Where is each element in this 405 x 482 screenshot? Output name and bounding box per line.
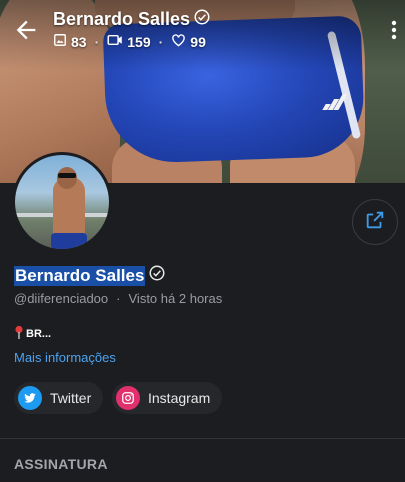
more-info-link[interactable]: Mais informações [14,350,116,365]
twitter-icon [18,386,42,410]
photos-stat: 83 [53,33,87,50]
verified-icon [193,8,211,31]
likes-stat: 99 [171,33,206,50]
header-title: Bernardo Salles [53,8,211,31]
avatar[interactable] [12,152,112,252]
photos-count: 83 [71,33,87,50]
share-icon [364,209,386,236]
videos-stat: 159 [107,33,151,50]
subscription-heading: ASSINATURA [14,456,108,472]
twitter-label: Twitter [50,390,92,406]
section-divider [0,438,405,439]
profile-meta: @diiferenciadoo · Visto há 2 horas [14,291,223,306]
brand-logo [322,92,348,110]
video-icon [107,33,123,50]
last-seen-time: há 2 horas [160,291,223,306]
top-bar: Bernardo Salles 83 · 159 · 99 [0,0,405,60]
last-seen-label: Visto [128,291,158,306]
image-icon [53,33,67,50]
bio-text: BR... [26,327,52,340]
profile-bio: BR... [14,325,51,342]
more-options-icon[interactable] [389,18,399,42]
back-arrow-icon[interactable] [12,16,40,44]
heart-icon [171,33,186,50]
header-stats: 83 · 159 · 99 [53,33,206,50]
profile-name: Bernardo Salles [14,264,166,287]
header-name: Bernardo Salles [53,9,191,29]
profile-handle: @diiferenciadoo [14,291,109,306]
twitter-link[interactable]: Twitter [14,382,104,414]
last-seen: Visto há 2 horas [129,291,223,306]
verified-icon [148,264,166,287]
instagram-label: Instagram [148,390,211,406]
profile-name-text: Bernardo Salles [14,265,146,286]
instagram-icon [116,386,140,410]
instagram-link[interactable]: Instagram [112,382,223,414]
videos-count: 159 [127,33,151,50]
pin-icon [14,325,24,342]
share-button[interactable] [352,199,398,245]
likes-count: 99 [190,33,206,50]
